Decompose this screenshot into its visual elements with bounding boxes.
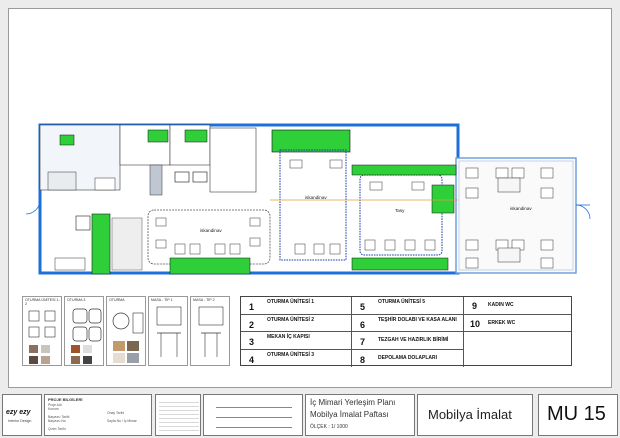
notes-box [155,394,201,436]
signature-box [203,394,303,436]
drawing-title-box: İç Mimari Yerleşim Planı Mobilya İmalat … [305,394,415,436]
drawing-subtitle: Mobilya İmalat Paftası [310,410,389,419]
zone-label: iskandinav [200,228,222,233]
sheet-name-box: Mobilya İmalat [417,394,533,436]
logo-box: ezy ezy Interior Design [2,394,42,436]
zone-label: iskandinav [510,206,532,211]
furniture-panel: OTURMA [106,296,146,366]
legend-table: 1 OTURMA ÜNİTESİ 1 2 OTURMA ÜNİTESİ 2 3 … [240,296,572,367]
legend-item: 10 ERKEK WC [463,314,571,332]
zone-label: iskandinav [305,195,327,200]
legend-item: 1 OTURMA ÜNİTESİ 1 [241,297,351,315]
display-case [271,129,351,153]
title-block: ezy ezy Interior Design PROJE BİLGİLERİ … [0,390,620,438]
legend-item: 9 KADIN WC [463,297,571,315]
sheet-code-box: MU 15 [538,394,618,436]
sheet-name: Mobilya İmalat [428,407,512,422]
project-heading: PROJE BİLGİLERİ [48,397,83,402]
sheet-code: MU 15 [547,403,606,425]
furniture-panel: OTURMA 3 [64,296,104,366]
furniture-panel: OTURMA ÜNİTESİ 1-2 [22,296,62,366]
scale-text: ÖLÇEK : 1/ 1000 [310,424,348,430]
project-info-box: PROJE BİLGİLERİ Proje Adı Konum Başvuru … [44,394,152,436]
legend-item: 6 TEŞHİR DOLABI VE KASA ALANI [351,314,463,332]
furniture-details: OTURMA ÜNİTESİ 1-2 OTURMA 3 OTURMA MASA … [22,296,230,366]
counter-unit [91,213,111,275]
legend-item: 2 OTURMA ÜNİTESİ 2 [241,315,351,332]
furniture-panel: MASA - TİP 2 [190,296,230,366]
legend-item: 7 TEZGAH VE HAZIRLIK BİRİMİ [351,332,463,350]
drawing-title: İç Mimari Yerleşim Planı [310,398,396,407]
legend-item: 3 MEKAN İÇ KAPISI [241,332,351,350]
zone-label: Tasy [395,208,405,213]
logo: ezy ezy [6,409,31,416]
drawing-sheet: iskandinav iskandinav Tasy iskandinav OT… [0,0,620,438]
logo-subtitle: Interior Design [8,419,32,423]
legend-item: 5 OTURMA ÜNİTESİ 5 [351,297,463,315]
legend-item: 4 OTURMA ÜNİTESİ 3 [249,351,315,365]
furniture-panel: MASA - TİP 1 [148,296,188,366]
legend-item: 8 DEPOLAMA DOLAPLARI [351,349,463,367]
floor-plan [25,123,591,275]
